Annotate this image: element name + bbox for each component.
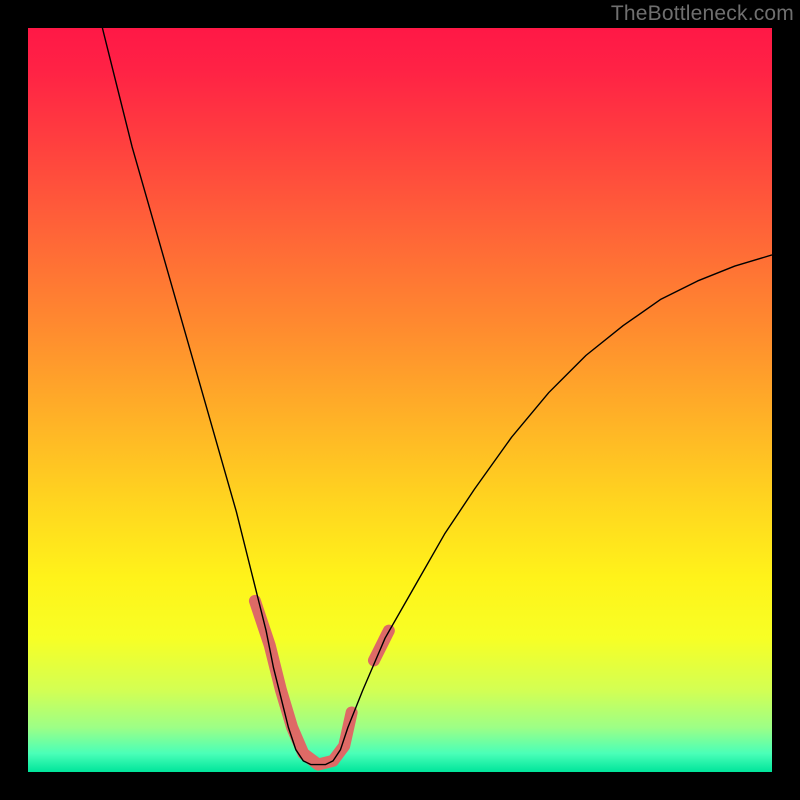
plot-area	[28, 28, 772, 772]
chart-background	[28, 28, 772, 772]
chart-frame: TheBottleneck.com	[0, 0, 800, 800]
watermark-text: TheBottleneck.com	[611, 2, 794, 26]
chart-svg	[28, 28, 772, 772]
